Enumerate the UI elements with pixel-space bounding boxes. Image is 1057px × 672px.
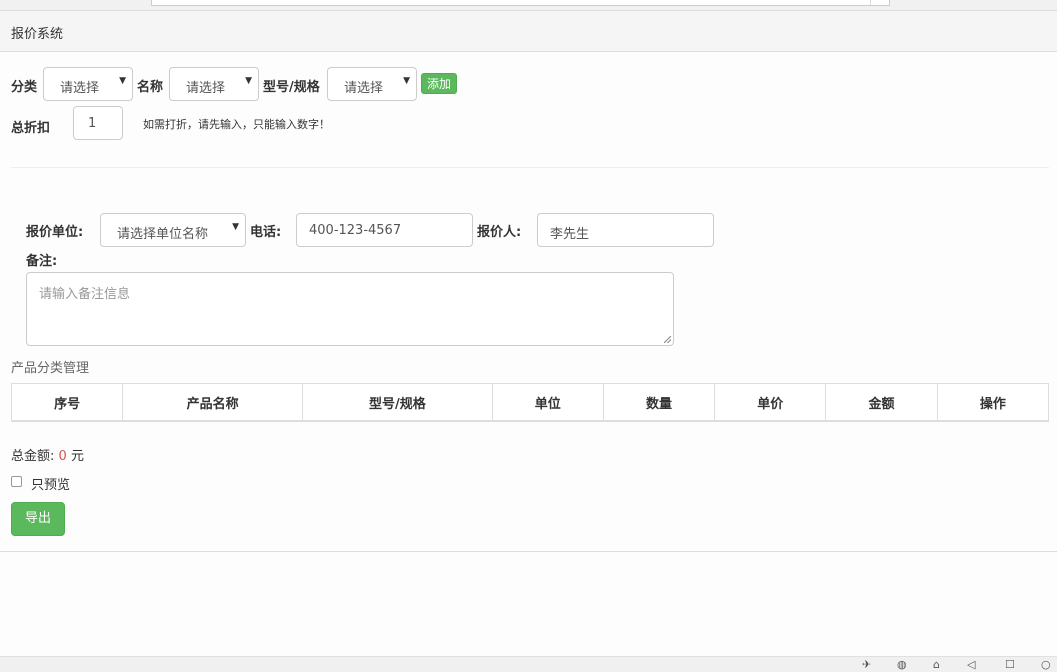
resize-handle-icon[interactable]: [664, 336, 671, 343]
dropdown-arrow-icon: ▼: [119, 76, 126, 86]
page-header: 报价系统: [0, 11, 1057, 52]
model-select-value: 请选择: [344, 81, 384, 96]
footer-divider: [0, 551, 1057, 552]
remark-label: 备注:: [26, 254, 58, 269]
quote-unit-select-value: 请选择单位名称: [117, 227, 209, 242]
column-header: 单价: [714, 383, 827, 422]
product-table: 序号 产品名称 型号/规格 单位 数量 单价 金额 操作: [10, 383, 1050, 422]
quote-unit-select[interactable]: 请选择单位名称 ▼: [100, 213, 246, 247]
search-icon[interactable]: ○: [1041, 659, 1051, 671]
phone-label: 电话:: [250, 225, 282, 240]
total-unit: 元: [70, 449, 84, 464]
column-header: 金额: [825, 383, 938, 422]
pin-icon[interactable]: ✈: [862, 659, 871, 671]
total-value: 0: [58, 449, 67, 464]
quote-unit-label: 报价单位:: [26, 225, 84, 240]
name-select[interactable]: 请选择 ▼: [169, 67, 259, 101]
divider: [11, 167, 1049, 168]
name-label: 名称: [137, 80, 164, 95]
column-header: 序号: [10, 383, 124, 422]
category-select-value: 请选择: [60, 81, 100, 96]
dropdown-arrow-icon: ▼: [403, 76, 410, 86]
category-select[interactable]: 请选择 ▼: [43, 67, 133, 101]
total-label: 总金额:: [11, 449, 55, 464]
address-bar[interactable]: [151, 0, 890, 6]
trash-icon[interactable]: ⌂: [933, 659, 940, 671]
phone-input[interactable]: 400-123-4567: [296, 213, 473, 247]
total-amount: 总金额: 0 元: [11, 445, 84, 464]
column-header: 产品名称: [122, 383, 303, 422]
dropdown-arrow-icon: ▼: [232, 222, 239, 232]
speaker-icon[interactable]: ◁: [967, 659, 975, 671]
discount-label: 总折扣: [11, 121, 51, 136]
name-select-value: 请选择: [186, 81, 226, 96]
table-header-row: 序号 产品名称 型号/规格 单位 数量 单价 金额 操作: [10, 383, 1050, 422]
remark-textarea[interactable]: 请输入备注信息: [26, 272, 674, 346]
dropdown-arrow-icon: ▼: [245, 76, 252, 86]
preview-only-checkbox[interactable]: [11, 476, 22, 487]
category-label: 分类: [11, 80, 38, 95]
column-header: 型号/规格: [301, 383, 493, 422]
quote-person-label: 报价人:: [477, 225, 522, 240]
add-button[interactable]: 添加: [421, 73, 457, 94]
remark-placeholder: 请输入备注信息: [39, 287, 131, 302]
column-header: 数量: [602, 383, 716, 422]
window-icon[interactable]: ☐: [1005, 659, 1015, 671]
column-header: 单位: [491, 383, 604, 422]
globe-icon[interactable]: ◍: [897, 659, 907, 671]
browser-top-strip: [0, 0, 1057, 11]
preview-only-label[interactable]: 只预览: [31, 474, 70, 493]
model-label: 型号/规格: [263, 80, 320, 95]
status-bar: ✈ ◍ ⌂ ◁ ☐ ○: [0, 656, 1057, 672]
quote-person-input[interactable]: 李先生: [537, 213, 714, 247]
discount-hint: 如需打折，请先输入，只能输入数字！: [143, 118, 330, 131]
page-title: 报价系统: [11, 27, 64, 42]
column-header: 操作: [936, 383, 1050, 422]
model-select[interactable]: 请选择 ▼: [327, 67, 417, 101]
section-title: 产品分类管理: [11, 361, 90, 376]
export-button[interactable]: 导出: [11, 502, 65, 536]
discount-input[interactable]: 1: [73, 106, 123, 140]
